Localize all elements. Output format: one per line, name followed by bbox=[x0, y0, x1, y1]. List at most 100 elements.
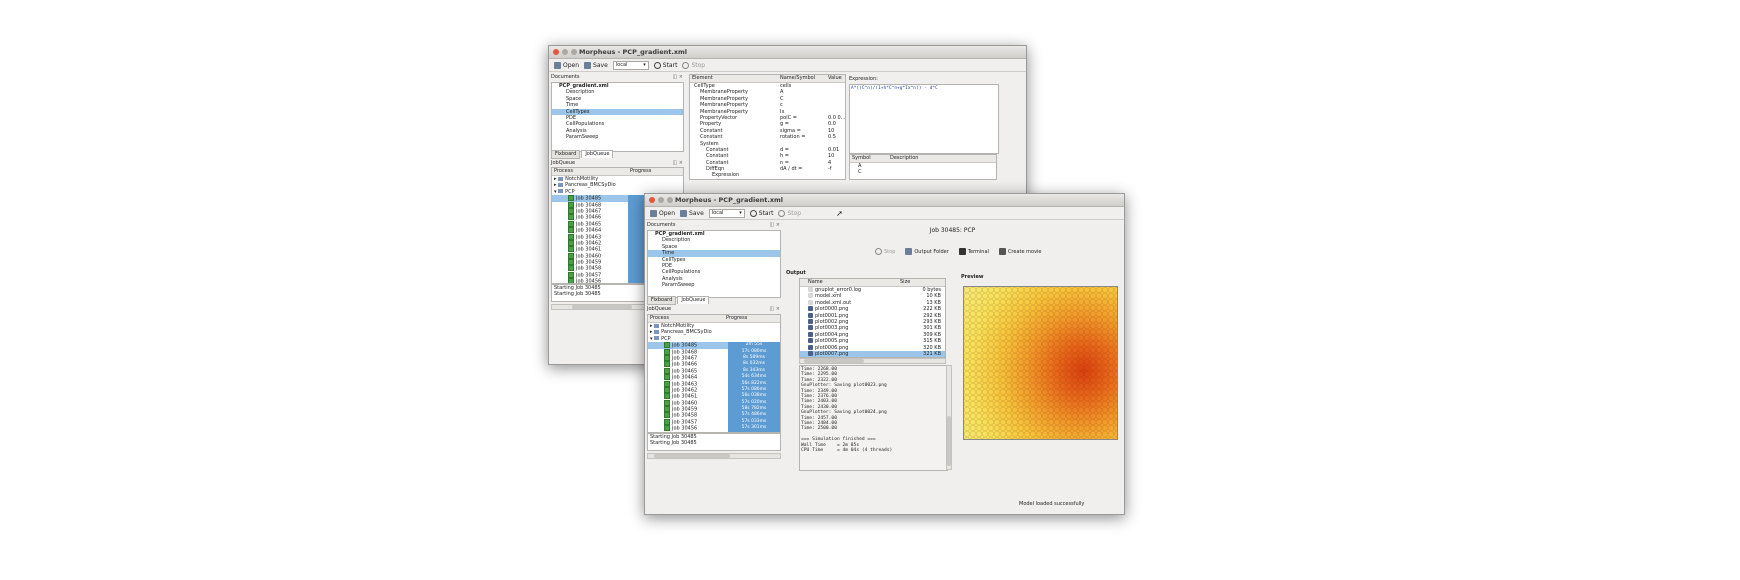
job-column-header: Process Progress bbox=[552, 168, 683, 176]
back-titlebar: Morpheus - PCP_gradient.xml bbox=[549, 46, 1026, 59]
tree-item[interactable]: ParamSweep bbox=[552, 134, 683, 140]
stop-icon bbox=[778, 209, 786, 217]
folder-icon bbox=[654, 336, 660, 341]
chevron-down-icon: ▾ bbox=[739, 209, 742, 216]
file-icon bbox=[808, 287, 813, 292]
image-icon bbox=[808, 338, 813, 344]
save-button[interactable]: Save bbox=[584, 61, 608, 69]
output-folder-button[interactable]: Output Folder bbox=[905, 248, 949, 255]
close-icon[interactable]: ◫ × bbox=[672, 74, 683, 80]
image-icon bbox=[808, 350, 813, 356]
start-button[interactable]: Start bbox=[653, 61, 677, 69]
minimize-icon[interactable] bbox=[562, 49, 568, 55]
open-button[interactable]: Open bbox=[650, 209, 675, 217]
check-icon bbox=[664, 425, 670, 432]
minimize-icon[interactable] bbox=[658, 197, 664, 203]
check-icon bbox=[568, 195, 574, 202]
tree-item[interactable]: ParamSweep bbox=[648, 282, 780, 288]
editor-row[interactable]: DiffEqndC / dt =f bbox=[690, 179, 845, 180]
tab-fixboard[interactable]: Fixboard bbox=[551, 150, 581, 159]
document-tree[interactable]: PCP_gradient.xml Description Space Time … bbox=[551, 82, 684, 152]
check-icon bbox=[664, 406, 670, 413]
front-tabs: Fixboard JobQueue bbox=[647, 296, 710, 305]
symbol-table: Symbol Description A C bbox=[849, 154, 997, 180]
maximize-icon[interactable] bbox=[667, 197, 673, 203]
symbol-column-header: Symbol Description bbox=[850, 155, 996, 163]
save-icon bbox=[680, 209, 688, 217]
terminal-scrollbar[interactable] bbox=[946, 365, 952, 470]
check-icon bbox=[568, 265, 574, 272]
terminal-output: Time: 2268.00 Time: 2295.00 Time: 2322.00 G… bbox=[799, 365, 948, 471]
symbol-row[interactable]: C bbox=[850, 169, 996, 175]
expression-label: Expression: bbox=[849, 76, 878, 82]
image-icon bbox=[808, 306, 813, 312]
check-icon bbox=[664, 393, 670, 400]
check-icon bbox=[568, 246, 574, 253]
image-icon bbox=[808, 312, 813, 318]
check-icon bbox=[664, 367, 670, 374]
check-icon bbox=[568, 214, 574, 221]
expression-field[interactable]: A*((C^n)/(1+h*C^n+g*Ix^n)) - d*C bbox=[849, 84, 999, 154]
stop-icon bbox=[875, 248, 882, 255]
editor-column-header: Element Name/Symbol Value bbox=[690, 75, 845, 83]
check-icon bbox=[568, 227, 574, 234]
terminal-button[interactable]: Terminal bbox=[958, 248, 989, 255]
save-icon bbox=[584, 61, 592, 69]
terminal-icon bbox=[958, 248, 966, 255]
back-toolbar: Open Save local ▾ Start Stop bbox=[549, 59, 1026, 72]
file-list[interactable]: Name Size gnuplot_error0.log 0 bytes model.… bbox=[799, 278, 946, 358]
check-icon bbox=[664, 412, 670, 419]
progress-bar: 57s 301ms bbox=[728, 425, 780, 432]
film-icon bbox=[998, 248, 1006, 255]
job-title: Job 30485: PCP bbox=[929, 227, 976, 234]
check-icon bbox=[568, 201, 574, 208]
check-icon bbox=[664, 354, 670, 361]
check-icon bbox=[568, 220, 574, 227]
close-icon[interactable]: ◫ × bbox=[672, 160, 683, 166]
start-button[interactable]: Start bbox=[749, 209, 773, 217]
check-icon bbox=[568, 233, 574, 240]
folder-icon bbox=[558, 182, 564, 187]
job-tree[interactable]: Process Progress ▸ NotchMotility ▸ Pancre… bbox=[647, 314, 781, 433]
mode-select[interactable]: local ▾ bbox=[708, 208, 745, 218]
document-tree[interactable]: PCP_gradient.xml Description Space Time … bbox=[647, 230, 781, 298]
tab-jobqueue[interactable]: JobQueue bbox=[677, 296, 710, 304]
check-icon bbox=[664, 361, 670, 368]
save-button[interactable]: Save bbox=[680, 209, 704, 217]
terminal-line: CPU Time = 4m 04s (4 threads) bbox=[801, 448, 893, 454]
front-toolbar: Open Save local ▾ Start Stop ➚ bbox=[645, 207, 1124, 220]
job-column-header: Process Progress bbox=[648, 315, 780, 323]
job-row[interactable]: Job 30456 57s 301ms bbox=[648, 425, 780, 432]
check-icon bbox=[664, 418, 670, 425]
check-icon bbox=[664, 399, 670, 406]
stop-icon bbox=[682, 61, 690, 69]
close-icon[interactable] bbox=[649, 197, 655, 203]
image-icon bbox=[808, 325, 813, 331]
create-movie-button[interactable]: Create movie bbox=[998, 248, 1042, 255]
window-title: Morpheus - PCP_gradient.xml bbox=[579, 48, 688, 56]
output-label: Output bbox=[786, 270, 806, 276]
front-log-scrollbar[interactable] bbox=[647, 453, 781, 459]
element-editor[interactable]: Element Name/Symbol Value CellType cells Mem… bbox=[689, 74, 846, 180]
open-button[interactable]: Open bbox=[554, 61, 579, 69]
check-icon bbox=[568, 259, 574, 266]
job-stop-button[interactable]: Stop bbox=[875, 248, 895, 255]
maximize-icon[interactable] bbox=[571, 49, 577, 55]
close-icon[interactable] bbox=[553, 49, 559, 55]
mode-select[interactable]: local ▾ bbox=[612, 60, 649, 70]
file-icon bbox=[808, 299, 813, 305]
tab-fixboard[interactable]: Fixboard bbox=[647, 296, 677, 305]
close-icon[interactable]: ◫ × bbox=[769, 306, 780, 312]
documents-header: Documents ◫ × bbox=[551, 74, 683, 80]
stop-button[interactable]: Stop bbox=[682, 61, 705, 69]
stop-button[interactable]: Stop bbox=[778, 209, 801, 217]
check-icon bbox=[664, 386, 670, 393]
folder-icon bbox=[558, 176, 564, 181]
window-title: Morpheus - PCP_gradient.xml bbox=[675, 196, 784, 204]
jobqueue-header: JobQueue ◫ × bbox=[551, 160, 683, 166]
folder-icon bbox=[905, 248, 913, 255]
close-icon[interactable]: ◫ × bbox=[769, 222, 780, 228]
file-list-hscrollbar[interactable] bbox=[799, 358, 946, 364]
tab-jobqueue[interactable]: JobQueue bbox=[581, 150, 614, 158]
check-icon bbox=[664, 348, 670, 355]
